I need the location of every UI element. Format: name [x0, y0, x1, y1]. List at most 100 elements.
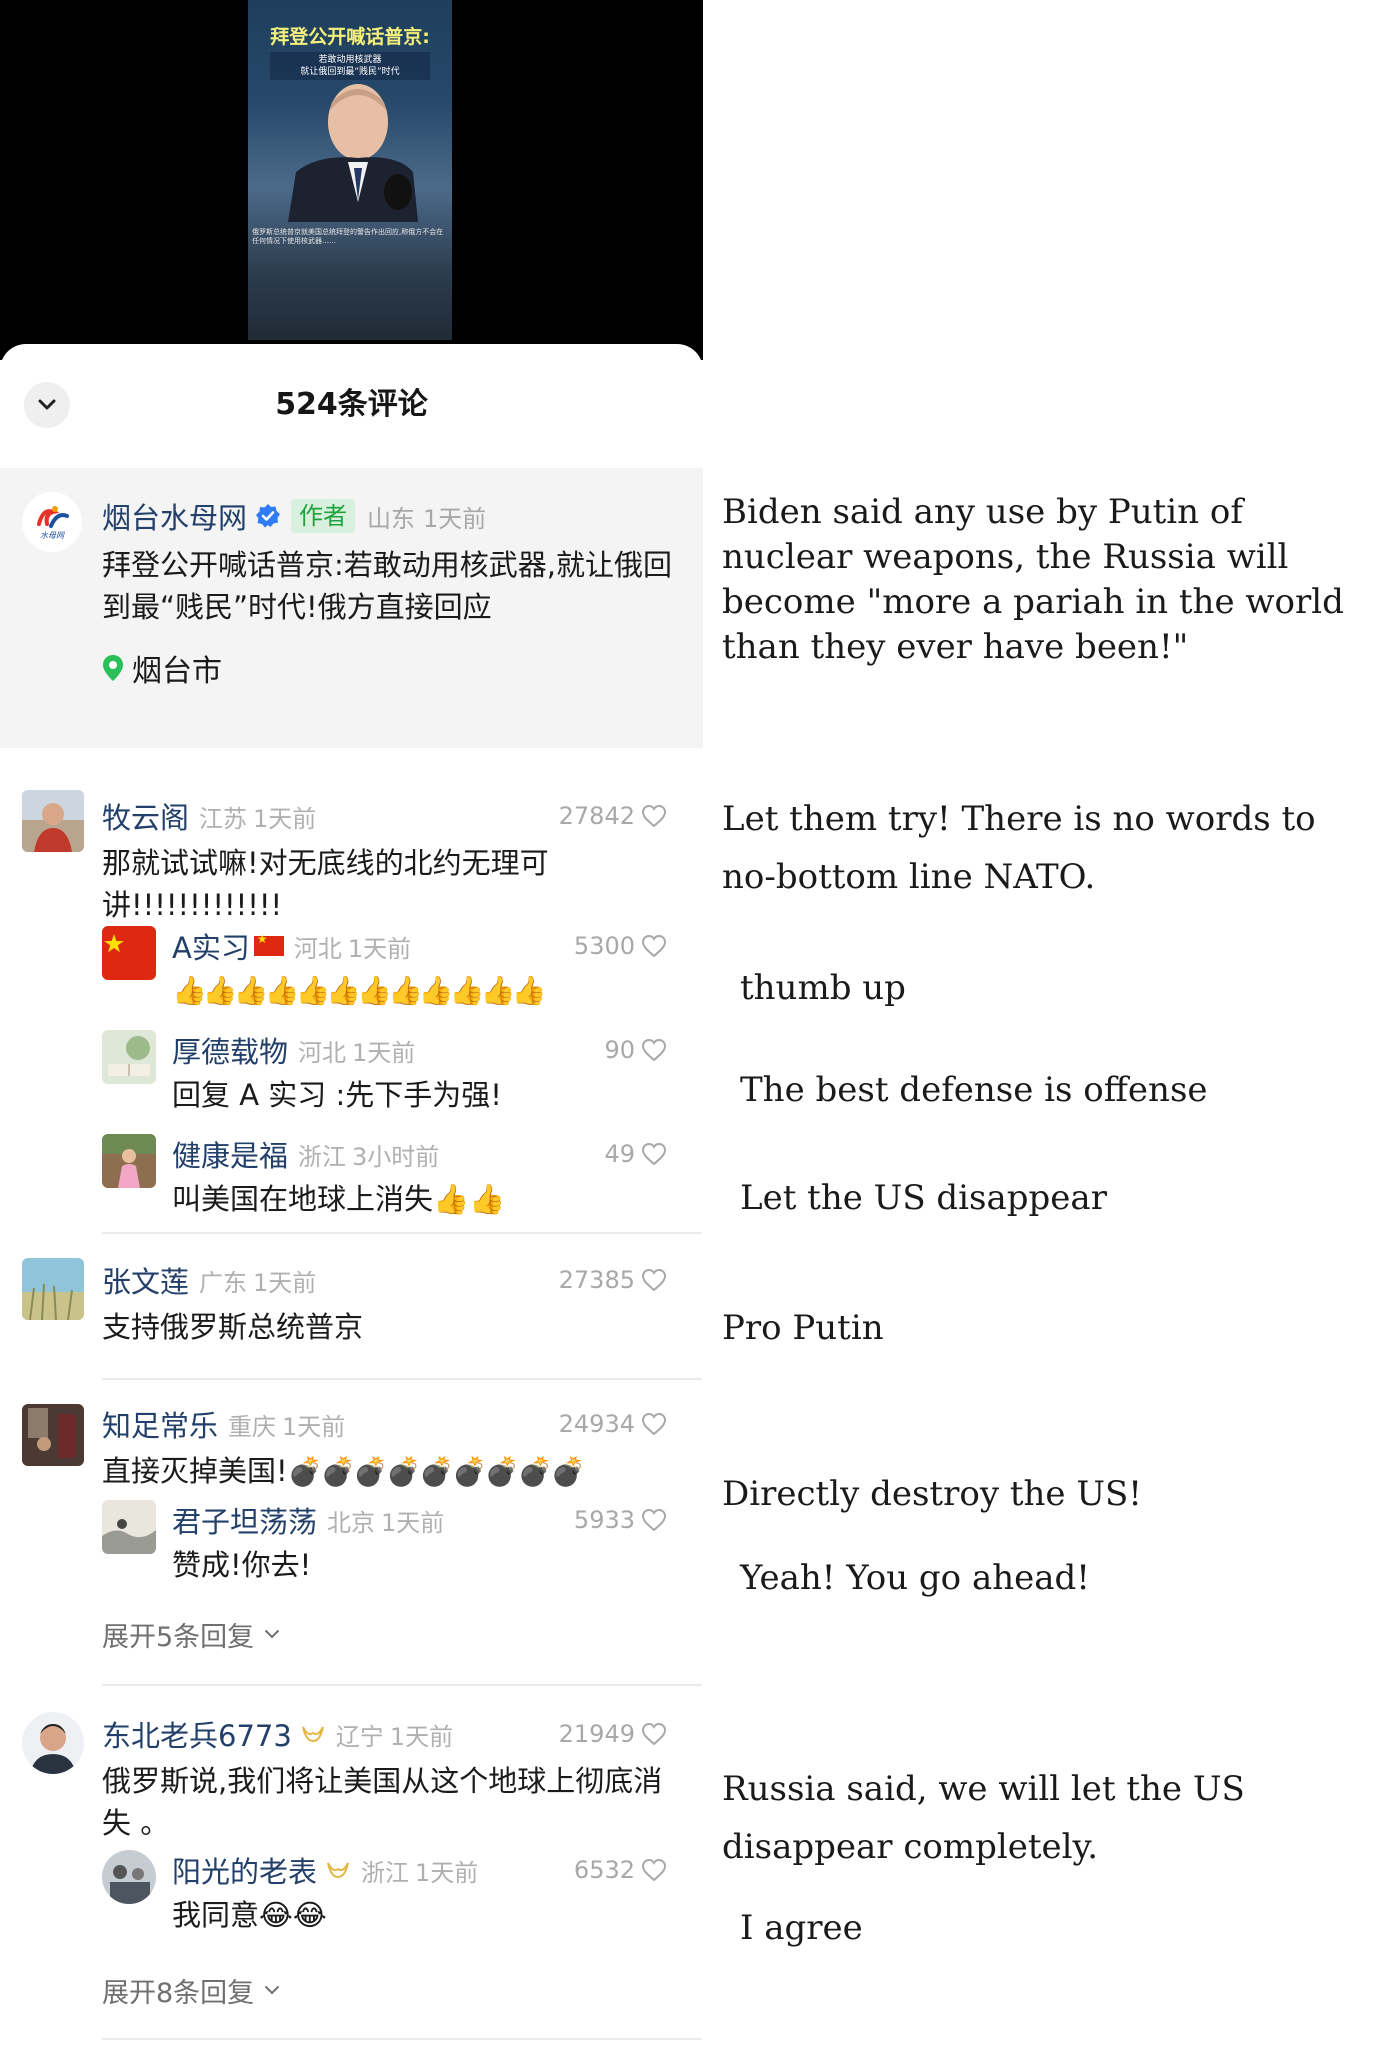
video-body-text: 俄罗斯总统普京就美国总统拜登的警告作出回应,称俄方不会在任何情况下使用核武器…… — [252, 228, 444, 245]
commenter-name[interactable]: 知足常乐 — [102, 1403, 218, 1445]
reply-region: 河北 — [293, 934, 342, 963]
author-logo-text: 水母网 — [40, 530, 64, 540]
comment-count: 524条评论 — [275, 387, 428, 422]
commenter-name[interactable]: 牧云阁 — [102, 795, 189, 837]
heart-icon — [641, 1038, 667, 1062]
like-button[interactable]: 49 — [604, 1134, 667, 1174]
heart-icon — [641, 1142, 667, 1166]
reply-header: 健康是福 浙江 3小时前 — [172, 1134, 439, 1174]
author-location[interactable]: 烟台市 — [102, 648, 222, 689]
reply-avatar[interactable] — [102, 1134, 156, 1188]
like-button[interactable]: 90 — [604, 1030, 667, 1070]
translation-comment-1: Let them try! There is no words to no-bo… — [722, 799, 1316, 897]
comment-text: 支持俄罗斯总统普京 — [102, 1310, 364, 1344]
replier-name[interactable]: A实习 — [172, 925, 250, 967]
reply-time: 1天前 — [415, 1858, 479, 1887]
expand-replies-button[interactable]: 展开8条回复 — [102, 1970, 280, 2010]
group-photo-avatar — [102, 1850, 156, 1904]
author-post: 水母网 烟台水母网 作者 山东 1天前 拜登公开喊话普京:若敢动用核武器,就让俄… — [0, 468, 703, 748]
translation-author: Biden said any use by Putin of nuclear w… — [722, 492, 1344, 667]
reply-header: 君子坦荡荡 北京 1天前 — [172, 1500, 444, 1540]
reply-avatar[interactable] — [102, 1030, 156, 1084]
commenter-name[interactable]: 东北老兵6773 — [102, 1713, 292, 1755]
comment-divider — [102, 1378, 702, 1380]
heart-icon — [641, 1412, 667, 1436]
author-avatar[interactable]: 水母网 — [22, 492, 82, 552]
expand-replies-button[interactable]: 展开5条回复 — [102, 1614, 280, 1654]
heart-icon — [641, 934, 667, 958]
fan-badge-icon — [300, 1723, 326, 1745]
like-count: 24934 — [558, 1410, 635, 1438]
comment-text-main: 直接灭掉美国! — [102, 1454, 288, 1488]
like-button[interactable]: 27842 — [559, 796, 667, 836]
comment-region: 辽宁 — [335, 1722, 384, 1751]
reply-text: 👍👍👍👍👍👍👍👍👍👍👍👍 — [172, 974, 546, 1007]
replier-name[interactable]: 健康是福 — [172, 1133, 288, 1175]
video-thumbnail[interactable]: 拜登公开喊话普京: 若敢动用核武器 就让俄回到最“贱民”时代 俄罗斯总统普京就美… — [248, 0, 452, 340]
video-player[interactable]: 拜登公开喊话普京: 若敢动用核武器 就让俄回到最“贱民”时代 俄罗斯总统普京就美… — [0, 0, 703, 360]
reply-region: 浙江 — [298, 1142, 347, 1171]
comment-sheet-header: 524条评论 — [0, 344, 703, 468]
chevron-down-icon — [265, 1986, 280, 1995]
room-photo-avatar — [22, 1404, 84, 1466]
avatar-image — [22, 790, 84, 852]
avatar[interactable] — [22, 1712, 84, 1774]
ink-painting-avatar — [102, 1500, 156, 1554]
comment-divider — [102, 1232, 702, 1234]
reply-text: 我同意😂😂 — [172, 1898, 327, 1932]
reply-header: 阳光的老表 浙江 1天前 — [172, 1850, 478, 1890]
comment-region: 江苏 — [199, 804, 248, 833]
author-name[interactable]: 烟台水母网 — [102, 495, 247, 537]
author-tag: 作者 — [291, 499, 356, 533]
avatar[interactable] — [22, 1404, 84, 1466]
reply-avatar[interactable] — [102, 1500, 156, 1554]
comment-time: 1天前 — [389, 1722, 454, 1751]
replier-name[interactable]: 阳光的老表 — [172, 1849, 317, 1891]
comment-region: 广东 — [199, 1268, 248, 1297]
reply-time: 1天前 — [381, 1508, 445, 1537]
reply-avatar[interactable] — [102, 1850, 156, 1904]
commenter-name[interactable]: 张文莲 — [102, 1259, 189, 1301]
heart-icon — [641, 1508, 667, 1532]
girl-photo-avatar — [102, 1134, 156, 1188]
replier-name[interactable]: 君子坦荡荡 — [172, 1499, 317, 1541]
book-photo-avatar — [102, 1030, 156, 1084]
author-region: 山东 — [367, 504, 416, 533]
expand-replies-label: 展开5条回复 — [102, 1621, 255, 1653]
like-count: 90 — [604, 1036, 635, 1064]
video-subtitle-line1: 若敢动用核武器 — [318, 55, 382, 65]
like-button[interactable]: 27385 — [559, 1260, 667, 1300]
translation-comment-4: Russia said, we will let the US disappea… — [722, 1769, 1245, 1867]
comment-divider — [102, 2038, 702, 2040]
author-post-text: 拜登公开喊话普京:若敢动用核武器,就让俄回到最“贱民”时代!俄方直接回应 — [102, 548, 672, 624]
author-header: 烟台水母网 作者 山东 1天前 — [102, 496, 486, 536]
fan-badge-icon — [325, 1859, 351, 1881]
verified-icon — [256, 504, 281, 528]
translation-reply-1-3: Let the US disappear — [740, 1178, 1107, 1218]
reply-avatar[interactable] — [102, 926, 156, 980]
comment-text: 那就试试嘛!对无底线的北约无理可讲!!!!!!!!!!!!! — [102, 846, 549, 922]
like-button[interactable]: 21949 — [559, 1714, 667, 1754]
heart-icon — [641, 1858, 667, 1882]
reply-region: 浙江 — [361, 1858, 410, 1887]
like-button[interactable]: 5933 — [574, 1500, 667, 1540]
replier-name[interactable]: 厚德载物 — [172, 1029, 288, 1071]
like-button[interactable]: 6532 — [574, 1850, 667, 1890]
like-button[interactable]: 5300 — [574, 926, 667, 966]
heart-icon — [641, 1268, 667, 1292]
shuimu-logo-icon — [37, 505, 69, 528]
heart-icon — [641, 1722, 667, 1746]
video-title: 拜登公开喊话普京: — [270, 26, 430, 48]
like-button[interactable]: 24934 — [559, 1404, 667, 1444]
like-count: 21949 — [558, 1720, 635, 1748]
sky-grass-avatar — [22, 1258, 84, 1320]
reply-time: 1天前 — [352, 1038, 416, 1067]
avatar[interactable] — [22, 1258, 84, 1320]
phone-screen: 拜登公开喊话普京: 若敢动用核武器 就让俄回到最“贱民”时代 俄罗斯总统普京就美… — [0, 0, 703, 2048]
comment-sheet: 524条评论 水母网 烟台水母网 作者 山东 1天前 拜登公开喊话普京:若敢动用… — [0, 344, 703, 2048]
avatar[interactable] — [22, 790, 84, 852]
reply-time: 1天前 — [347, 934, 412, 963]
translation-reply-3-1: Yeah! You go ahead! — [740, 1558, 1090, 1598]
comment-time: 1天前 — [282, 1412, 346, 1441]
like-count: 49 — [604, 1140, 635, 1168]
